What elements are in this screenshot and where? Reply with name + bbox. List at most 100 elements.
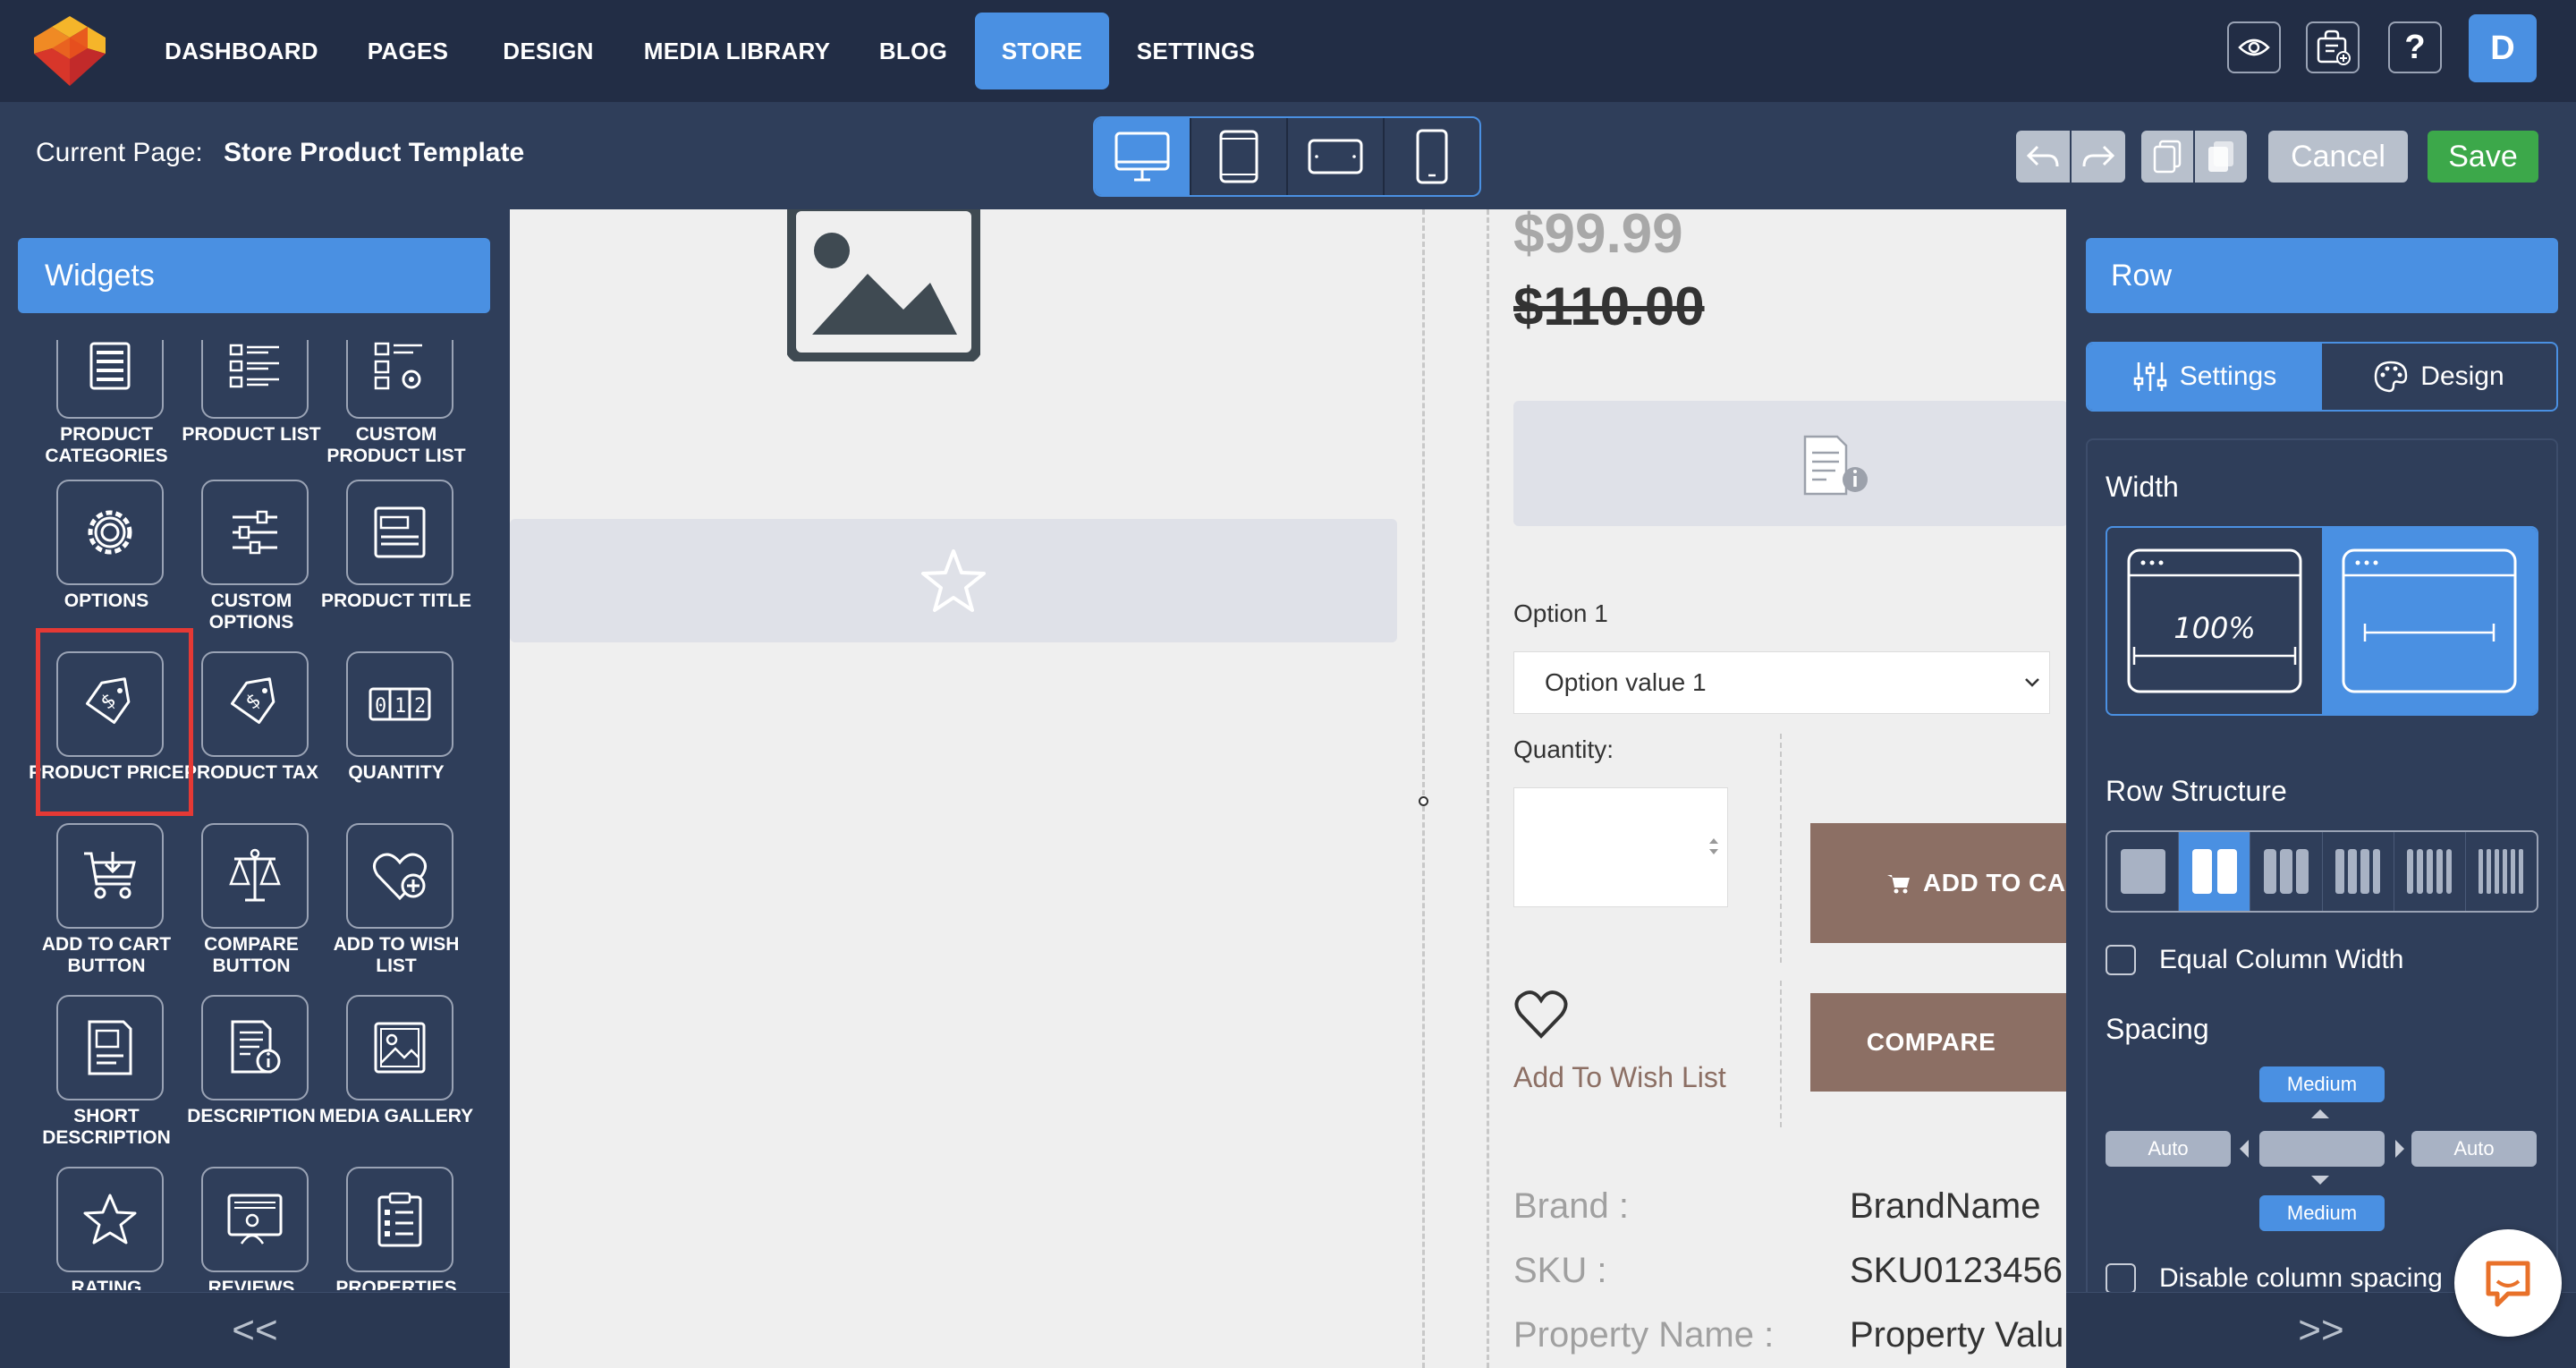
widget-media-gallery[interactable]: MEDIA GALLERY — [319, 995, 473, 1165]
spacing-top[interactable]: Medium — [2259, 1066, 2385, 1102]
option-select[interactable]: Option value 1 — [1513, 651, 2050, 714]
widget-compare-button[interactable]: COMPARE BUTTON — [179, 823, 324, 993]
paste-button[interactable] — [2195, 131, 2247, 183]
redo-icon — [2082, 145, 2115, 167]
add-to-wish-list-link[interactable]: Add To Wish List — [1513, 1061, 1726, 1094]
save-button[interactable]: Save — [2428, 131, 2538, 183]
widget-label: PRODUCT LIST — [182, 424, 321, 445]
arrow-down-icon — [2311, 1176, 2329, 1185]
store-add-icon[interactable] — [2306, 21, 2360, 73]
widget-product-title[interactable]: PRODUCT TITLE — [321, 480, 471, 650]
nav-blog[interactable]: BLOG — [864, 13, 962, 89]
widget-custom-product-list[interactable]: CUSTOM PRODUCT LIST — [324, 340, 469, 483]
copy-button[interactable] — [2141, 131, 2193, 183]
nav-settings[interactable]: SETTINGS — [1129, 13, 1263, 89]
column-layout-icon — [2335, 849, 2381, 894]
spacing-right[interactable]: Auto — [2411, 1131, 2537, 1167]
stepper-icon — [1709, 838, 1718, 854]
structure-3-columns[interactable] — [2250, 832, 2323, 911]
widget-add-to-cart-button[interactable]: ADD TO CART BUTTON — [34, 823, 179, 993]
current-page-value: Store Product Template — [224, 138, 525, 167]
collapse-left-panel-button[interactable]: << — [0, 1292, 510, 1368]
widget-short-description[interactable]: SHORT DESCRIPTION — [34, 995, 179, 1165]
widget-label: SHORT DESCRIPTION — [42, 1106, 171, 1148]
star-icon — [56, 1167, 164, 1272]
widget-custom-options[interactable]: CUSTOM OPTIONS — [179, 480, 324, 650]
widget-quantity[interactable]: 012 QUANTITY — [324, 651, 469, 821]
image-placeholder-icon[interactable] — [785, 200, 982, 363]
compare-button[interactable]: COMPARE — [1810, 993, 2079, 1092]
tab-settings[interactable]: Settings — [2088, 344, 2322, 410]
width-full-text: 100% — [2174, 611, 2255, 645]
logo-icon[interactable] — [32, 14, 107, 88]
structure-1-column[interactable] — [2107, 832, 2180, 911]
widget-options[interactable]: OPTIONS — [34, 480, 179, 650]
mobile-view-button[interactable] — [1385, 118, 1479, 195]
widget-product-categories[interactable]: PRODUCT CATEGORIES — [34, 340, 179, 483]
equal-width-checkbox[interactable] — [2106, 945, 2136, 975]
description-widget[interactable] — [1513, 401, 2068, 526]
property-label: Property Name : — [1513, 1315, 1775, 1355]
widget-reviews[interactable]: REVIEWS — [179, 1167, 324, 1290]
desktop-icon — [1114, 132, 1170, 182]
tablet-view-button[interactable] — [1191, 118, 1288, 195]
widget-label: PRODUCT TAX — [183, 762, 319, 783]
preview-eye-icon[interactable] — [2227, 21, 2281, 73]
quantity-icon: 012 — [346, 651, 453, 757]
widget-add-to-wish-list[interactable]: ADD TO WISH LIST — [324, 823, 469, 993]
avatar[interactable]: D — [2469, 14, 2537, 82]
column-divider — [1780, 734, 1782, 963]
sliders-icon — [2133, 362, 2167, 391]
nav-dashboard[interactable]: DASHBOARD — [161, 13, 322, 89]
row-header[interactable]: Row — [2086, 238, 2558, 313]
widgets-header[interactable]: Widgets — [18, 238, 490, 313]
settings-tabs: Settings Design — [2086, 342, 2558, 412]
arrow-left-icon — [2240, 1140, 2249, 1158]
undo-button[interactable] — [2016, 131, 2070, 183]
widget-label: RATING — [71, 1278, 142, 1290]
spacing-bottom[interactable]: Medium — [2259, 1195, 2385, 1231]
heart-icon[interactable] — [1513, 990, 1569, 1040]
help-icon[interactable]: ? — [2388, 21, 2442, 73]
widget-description[interactable]: DESCRIPTION — [179, 995, 324, 1165]
rating-widget[interactable] — [510, 519, 1397, 642]
nav-store[interactable]: STORE — [975, 13, 1109, 89]
cancel-button[interactable]: Cancel — [2268, 131, 2408, 183]
nav-design[interactable]: DESIGN — [490, 13, 606, 89]
column-layout-icon — [2191, 849, 2237, 894]
nav-media-library[interactable]: MEDIA LIBRARY — [640, 13, 834, 89]
structure-5-columns[interactable] — [2394, 832, 2466, 911]
sliders-icon — [201, 480, 309, 585]
widget-label: CUSTOM OPTIONS — [208, 591, 294, 633]
structure-2-columns[interactable] — [2179, 832, 2251, 911]
column-resize-handle[interactable] — [1419, 796, 1428, 806]
tablet-landscape-view-button[interactable] — [1288, 118, 1385, 195]
column-layout-icon — [2407, 849, 2453, 894]
tab-label: Settings — [2179, 361, 2277, 391]
product-price: $99.99 — [1513, 203, 1683, 265]
quantity-input[interactable] — [1513, 787, 1728, 907]
structure-4-columns[interactable] — [2323, 832, 2394, 911]
width-full-option[interactable]: 100% — [2107, 528, 2322, 714]
chat-icon — [2486, 1261, 2530, 1307]
structure-6-columns[interactable] — [2466, 832, 2537, 911]
redo-button[interactable] — [2072, 131, 2125, 183]
chat-button[interactable] — [2454, 1229, 2562, 1337]
widget-label: OPTIONS — [64, 591, 149, 611]
disable-spacing-checkbox[interactable] — [2106, 1263, 2136, 1294]
widget-rating[interactable]: RATING — [34, 1167, 179, 1290]
document-info-icon — [1803, 435, 1868, 496]
svg-text:2: 2 — [414, 695, 426, 718]
widget-label: PRODUCT CATEGORIES — [45, 424, 168, 466]
widget-properties[interactable]: PROPERTIES — [324, 1167, 469, 1290]
width-boxed-option[interactable] — [2322, 528, 2537, 714]
widget-product-tax[interactable]: $ PRODUCT TAX — [179, 651, 324, 821]
nav-pages[interactable]: PAGES — [354, 13, 462, 89]
add-to-cart-button[interactable]: ADD TO CA — [1810, 823, 2079, 943]
tab-design[interactable]: Design — [2322, 344, 2556, 410]
desktop-view-button[interactable] — [1095, 118, 1191, 195]
spacing-left[interactable]: Auto — [2106, 1131, 2231, 1167]
row-structure-options — [2106, 830, 2538, 913]
widget-product-list[interactable]: PRODUCT LIST — [179, 340, 324, 483]
full-width-icon: 100% — [2127, 548, 2302, 693]
